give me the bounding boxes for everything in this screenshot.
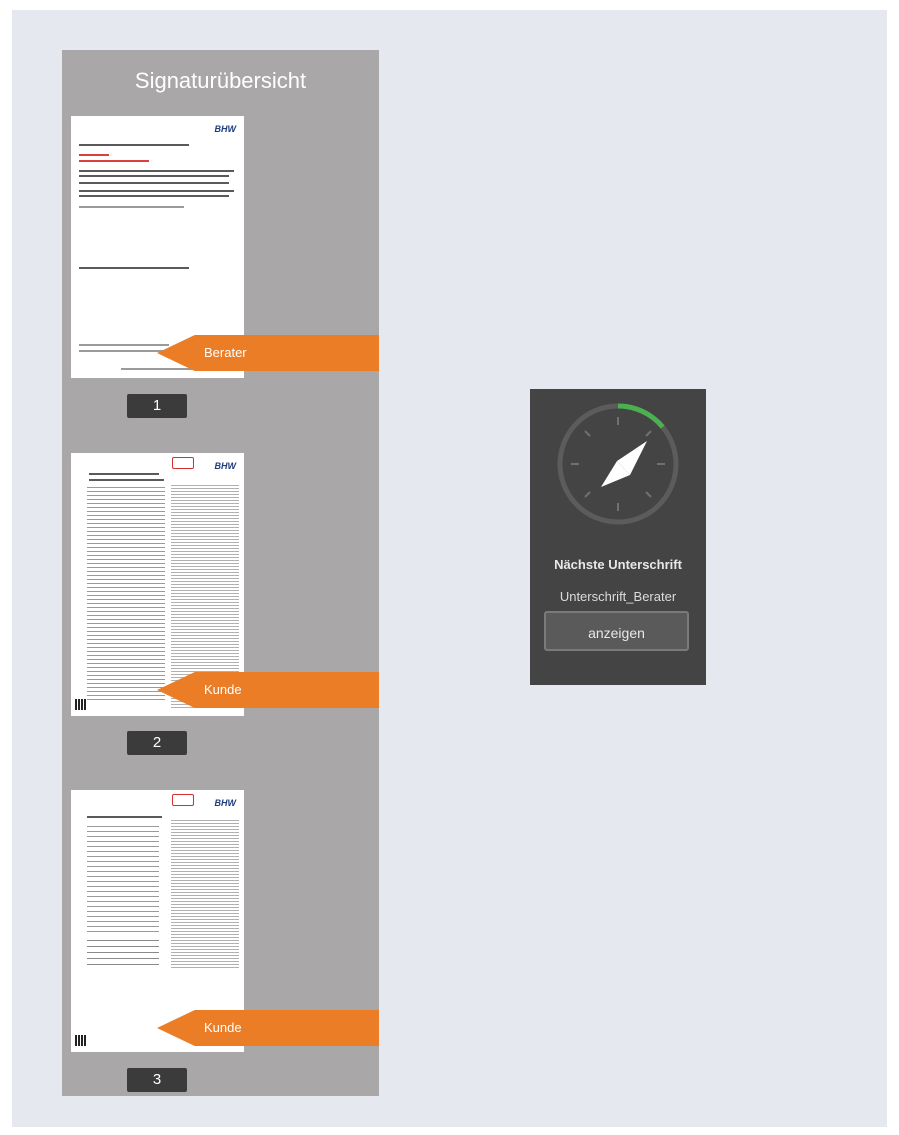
document-text-left bbox=[87, 487, 165, 702]
stamp-icon bbox=[172, 457, 194, 469]
panel-title: Signaturübersicht bbox=[134, 68, 307, 93]
next-signature-widget: Nächste Unterschrift Unterschrift_Berate… bbox=[530, 389, 706, 685]
page-number-2[interactable]: 2 bbox=[127, 731, 187, 755]
show-button[interactable]: anzeigen bbox=[544, 611, 689, 651]
bhw-logo: BHW bbox=[214, 124, 237, 134]
stamp-icon bbox=[172, 794, 194, 806]
next-signature-value: Unterschrift_Berater bbox=[559, 589, 677, 604]
bhw-logo: BHW bbox=[214, 798, 237, 808]
signer-tag-kunde[interactable]: Kunde bbox=[157, 1010, 379, 1046]
page-number-1[interactable]: 1 bbox=[127, 394, 187, 418]
document-text-right bbox=[171, 820, 239, 970]
document-text-left bbox=[87, 826, 159, 936]
page-number-3[interactable]: 3 bbox=[127, 1068, 187, 1092]
bhw-logo: BHW bbox=[214, 461, 237, 471]
compass-icon bbox=[557, 403, 679, 525]
qr-code-icon bbox=[75, 1035, 86, 1046]
next-signature-label: Nächste Unterschrift bbox=[554, 557, 682, 572]
document-text-left-lower bbox=[87, 940, 159, 970]
qr-code-icon bbox=[75, 699, 86, 710]
signer-tag-kunde[interactable]: Kunde bbox=[157, 672, 379, 708]
progress-arc bbox=[617, 403, 665, 429]
signer-tag-berater[interactable]: Berater bbox=[157, 335, 379, 371]
